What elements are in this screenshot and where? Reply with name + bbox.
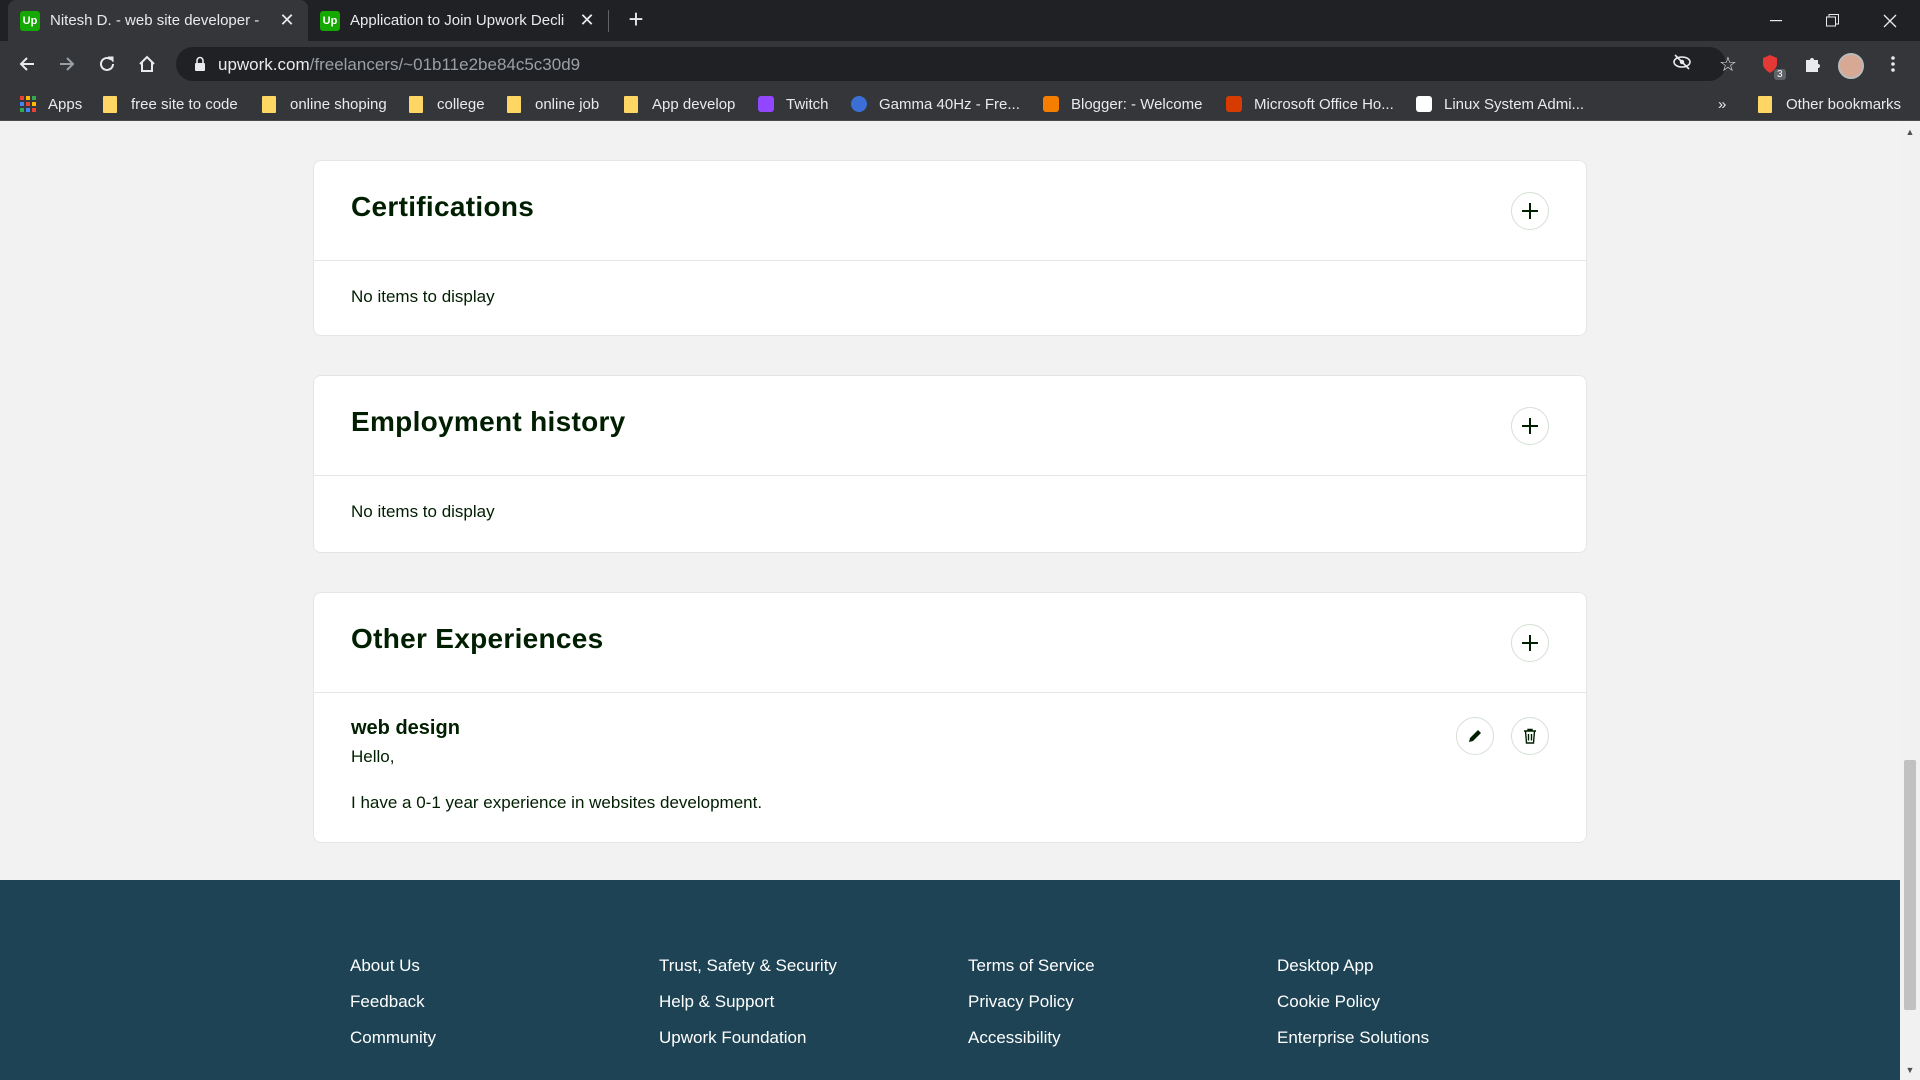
empty-state-text: No items to display bbox=[351, 502, 495, 521]
blogger-icon bbox=[1043, 96, 1059, 112]
gamma-icon bbox=[851, 96, 867, 112]
plus-icon bbox=[1522, 635, 1538, 651]
eye-off-icon[interactable] bbox=[1670, 52, 1694, 76]
footer-link-terms[interactable]: Terms of Service bbox=[968, 956, 1095, 976]
bookmark-star-icon[interactable]: ☆ bbox=[1713, 49, 1743, 79]
empty-state-text: No items to display bbox=[351, 287, 495, 306]
upwork-favicon-icon: Up bbox=[20, 10, 40, 31]
footer-link-community[interactable]: Community bbox=[350, 1028, 436, 1048]
bookmarks-overflow-button[interactable]: » bbox=[1718, 94, 1726, 114]
bookmark-folder[interactable]: App develop bbox=[624, 94, 735, 114]
bookmark-twitch[interactable]: Twitch bbox=[758, 94, 829, 114]
experience-title: web design bbox=[351, 717, 460, 739]
footer-link-privacy[interactable]: Privacy Policy bbox=[968, 992, 1074, 1012]
bookmark-folder[interactable]: free site to code bbox=[103, 94, 238, 114]
section-title: Certifications bbox=[351, 191, 535, 222]
section-title: Other Experiences bbox=[351, 623, 604, 654]
tab-application[interactable]: Up Application to Join Upwork Declined ✕ bbox=[308, 0, 608, 41]
card-header: Certifications bbox=[314, 161, 1586, 261]
bookmark-blogger[interactable]: Blogger: - Welcome bbox=[1043, 94, 1202, 114]
tab-title: Nitesh D. - web site developer - Upwork bbox=[50, 12, 264, 29]
add-certification-button[interactable] bbox=[1511, 192, 1549, 230]
restore-icon[interactable] bbox=[1804, 0, 1860, 41]
page-content: Certifications No items to display Emplo… bbox=[0, 122, 1900, 1080]
minimize-icon[interactable] bbox=[1748, 0, 1804, 41]
lock-icon bbox=[195, 56, 205, 71]
address-bar[interactable]: upwork.com/freelancers/~01b11e2be84c5c30… bbox=[176, 47, 1726, 81]
footer-link-cookie[interactable]: Cookie Policy bbox=[1277, 992, 1380, 1012]
employment-history-card: Employment history No items to display bbox=[313, 375, 1587, 553]
edit-experience-button[interactable] bbox=[1456, 717, 1494, 755]
menu-kebab-icon[interactable] bbox=[1878, 49, 1908, 79]
plus-icon bbox=[1522, 418, 1538, 434]
folder-icon bbox=[624, 95, 638, 113]
bookmarks-bar: Apps free site to code online shoping co… bbox=[0, 87, 1920, 121]
puzzle-icon[interactable] bbox=[1797, 49, 1827, 79]
close-tab-icon[interactable]: ✕ bbox=[278, 10, 296, 31]
footer-link-foundation[interactable]: Upwork Foundation bbox=[659, 1028, 806, 1048]
folder-icon bbox=[409, 95, 423, 113]
footer-link-about[interactable]: About Us bbox=[350, 956, 420, 976]
pencil-icon bbox=[1469, 730, 1481, 742]
folder-icon bbox=[1758, 95, 1772, 113]
profile-avatar[interactable] bbox=[1838, 53, 1864, 79]
bookmark-folder[interactable]: college bbox=[409, 94, 485, 114]
close-tab-icon[interactable]: ✕ bbox=[578, 10, 596, 31]
folder-icon bbox=[507, 95, 521, 113]
scroll-down-icon[interactable]: ▼ bbox=[1904, 1064, 1916, 1076]
url-text: upwork.com/freelancers/~01b11e2be84c5c30… bbox=[218, 55, 581, 74]
other-experiences-card: Other Experiences web design Hello, I ha… bbox=[313, 592, 1587, 843]
experience-greeting: Hello, bbox=[351, 747, 395, 766]
upwork-favicon-icon: Up bbox=[320, 10, 340, 31]
add-employment-button[interactable] bbox=[1511, 407, 1549, 445]
certifications-card: Certifications No items to display bbox=[313, 160, 1587, 336]
new-tab-button[interactable]: + bbox=[622, 6, 650, 34]
add-experience-button[interactable] bbox=[1511, 624, 1549, 662]
bookmark-apps[interactable]: Apps bbox=[20, 94, 82, 114]
footer-link-feedback[interactable]: Feedback bbox=[350, 992, 425, 1012]
twitch-icon bbox=[758, 96, 774, 112]
home-icon[interactable] bbox=[132, 49, 162, 79]
footer-link-accessibility[interactable]: Accessibility bbox=[968, 1028, 1061, 1048]
delete-experience-button[interactable] bbox=[1511, 717, 1549, 755]
browser-toolbar: upwork.com/freelancers/~01b11e2be84c5c30… bbox=[0, 41, 1920, 87]
footer-link-help[interactable]: Help & Support bbox=[659, 992, 774, 1012]
bookmark-folder[interactable]: online job bbox=[507, 94, 599, 114]
tab-profile[interactable]: Up Nitesh D. - web site developer - Upwo… bbox=[8, 0, 308, 41]
extension-badge: 3 bbox=[1774, 69, 1786, 80]
card-header: Other Experiences bbox=[314, 593, 1586, 693]
bookmark-gamma[interactable]: Gamma 40Hz - Fre... bbox=[851, 94, 1020, 114]
footer-link-desktop-app[interactable]: Desktop App bbox=[1277, 956, 1373, 976]
scroll-thumb[interactable] bbox=[1904, 760, 1916, 1010]
bookmark-linux[interactable]: Linux System Admi... bbox=[1416, 94, 1584, 114]
footer-link-enterprise[interactable]: Enterprise Solutions bbox=[1277, 1028, 1429, 1048]
experience-description: I have a 0-1 year experience in websites… bbox=[351, 793, 763, 812]
linux-icon bbox=[1416, 96, 1432, 112]
card-header: Employment history bbox=[314, 376, 1586, 476]
other-bookmarks[interactable]: Other bookmarks bbox=[1758, 94, 1901, 114]
office-icon bbox=[1226, 96, 1242, 112]
section-title: Employment history bbox=[351, 406, 626, 437]
apps-grid-icon bbox=[20, 96, 36, 112]
trash-icon bbox=[1524, 728, 1536, 744]
reload-icon[interactable] bbox=[92, 49, 122, 79]
folder-icon bbox=[103, 95, 117, 113]
tab-separator bbox=[608, 10, 609, 32]
tab-strip: Up Nitesh D. - web site developer - Upwo… bbox=[0, 0, 1920, 41]
bookmark-office[interactable]: Microsoft Office Ho... bbox=[1226, 94, 1394, 114]
scroll-up-icon[interactable]: ▲ bbox=[1904, 126, 1916, 138]
footer-link-trust-safety[interactable]: Trust, Safety & Security bbox=[659, 956, 837, 976]
site-footer: About Us Feedback Community Trust, Safet… bbox=[0, 880, 1900, 1080]
close-window-icon[interactable] bbox=[1862, 0, 1918, 41]
plus-icon bbox=[1522, 203, 1538, 219]
back-icon[interactable] bbox=[12, 49, 42, 79]
page-scrollbar[interactable]: ▲ ▼ bbox=[1900, 122, 1920, 1080]
bookmark-folder[interactable]: online shoping bbox=[262, 94, 387, 114]
folder-icon bbox=[262, 95, 276, 113]
tab-title: Application to Join Upwork Declined bbox=[350, 12, 565, 29]
forward-icon[interactable] bbox=[52, 49, 82, 79]
